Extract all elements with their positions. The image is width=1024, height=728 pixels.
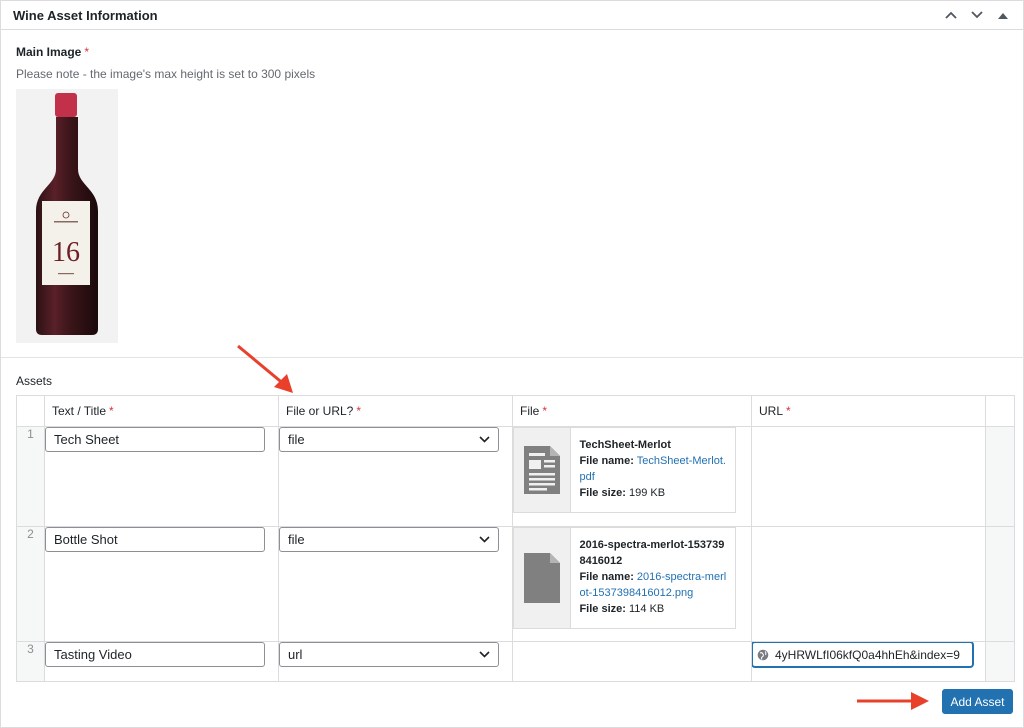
row-actions-cell[interactable] — [985, 426, 1015, 527]
header-file: File * — [512, 395, 752, 427]
main-image-label: Main Image * — [16, 45, 90, 59]
panel-title: Wine Asset Information — [13, 7, 158, 23]
required-asterisk: * — [542, 404, 548, 418]
chevron-down-icon — [479, 436, 490, 443]
title-input[interactable] — [45, 527, 265, 552]
row-number[interactable]: 1 — [16, 426, 45, 527]
document-icon — [524, 446, 561, 494]
file-thumbnail — [514, 528, 572, 628]
header-url: URL * — [751, 395, 986, 427]
url-cell — [751, 426, 986, 527]
header-type: File or URL? * — [278, 395, 513, 427]
row-number[interactable]: 2 — [16, 526, 45, 642]
title-cell — [44, 641, 279, 682]
table-row: 2 file — [16, 526, 1015, 642]
url-input[interactable]: 4yHRWLfI06kfQ0a4hhEh&index=9 — [752, 642, 973, 667]
row-actions-cell[interactable] — [985, 526, 1015, 642]
file-size-label: File size: — [579, 603, 626, 615]
url-cell — [751, 526, 986, 642]
type-cell: url — [278, 641, 513, 682]
globe-icon — [757, 649, 769, 660]
type-select[interactable]: url — [279, 642, 499, 667]
panel-header: Wine Asset Information — [1, 1, 1023, 30]
chevron-down-icon[interactable] — [969, 7, 985, 23]
required-asterisk: * — [109, 404, 114, 418]
file-thumbnail — [514, 428, 572, 512]
file-cell — [512, 641, 752, 682]
title-input[interactable] — [45, 427, 265, 452]
required-asterisk: * — [786, 404, 791, 418]
header-actions-cell — [985, 395, 1015, 427]
file-size-value: 114 KB — [628, 603, 665, 615]
title-cell — [44, 526, 279, 642]
type-select[interactable]: file — [279, 427, 499, 452]
bottle-label-number: 16 — [52, 237, 80, 268]
table-row: 1 file — [16, 426, 1015, 527]
add-asset-button[interactable]: Add Asset — [942, 689, 1013, 714]
annotation-arrow-icon — [237, 344, 293, 393]
file-size-label: File size: — [579, 487, 626, 499]
url-value: 4yHRWLfI06kfQ0a4hhEh&index=9 — [775, 647, 960, 662]
annotation-arrow-icon — [857, 692, 929, 710]
section-divider — [1, 357, 1024, 358]
required-asterisk: * — [356, 404, 362, 418]
type-cell: file — [278, 426, 513, 527]
triangle-up-icon[interactable] — [995, 7, 1011, 23]
wine-asset-panel: Wine Asset Information Main Image * Pleas… — [0, 0, 1024, 728]
file-name-label: File name: — [579, 455, 634, 467]
header-title: Text / Title * — [44, 395, 279, 427]
chevron-up-icon[interactable] — [943, 7, 959, 23]
file-cell: 2016-spectra-merlot-1537398416012 File n… — [512, 526, 752, 642]
header-order-cell — [16, 395, 45, 427]
chevron-down-icon — [479, 536, 490, 543]
wine-bottle-image[interactable]: 16 — [16, 89, 118, 343]
file-info: 2016-spectra-merlot-1537398416012 File n… — [571, 528, 735, 628]
file-info: TechSheet-Merlot File name: TechSheet-Me… — [571, 428, 735, 512]
title-input[interactable] — [45, 642, 265, 667]
file-size-value: 199 KB — [628, 487, 666, 499]
main-image-note: Please note - the image's max height is … — [16, 67, 316, 81]
file-icon — [524, 553, 561, 603]
required-asterisk: * — [84, 45, 90, 59]
row-actions-cell[interactable] — [985, 641, 1015, 682]
file-cell: TechSheet-Merlot File name: TechSheet-Me… — [512, 426, 752, 527]
assets-table: Text / Title * File or URL? * File * URL * 1… — [16, 395, 1015, 682]
assets-label: Assets — [16, 374, 53, 388]
file-card[interactable]: 2016-spectra-merlot-1537398416012 File n… — [513, 527, 736, 629]
table-header-row: Text / Title * File or URL? * File * URL * — [16, 395, 1015, 427]
file-name-label: File name: — [579, 571, 634, 583]
file-title: 2016-spectra-merlot-1537398416012 — [579, 539, 725, 567]
type-cell: file — [278, 526, 513, 642]
type-select[interactable]: file — [279, 527, 499, 552]
file-title: TechSheet-Merlot — [579, 439, 671, 451]
title-cell — [44, 426, 279, 527]
url-cell: 4yHRWLfI06kfQ0a4hhEh&index=9 — [751, 641, 986, 682]
table-row: 3 url — [16, 641, 1015, 682]
file-card[interactable]: TechSheet-Merlot File name: TechSheet-Me… — [513, 427, 736, 513]
row-number[interactable]: 3 — [16, 641, 45, 682]
panel-controls — [943, 7, 1011, 23]
chevron-down-icon — [479, 651, 490, 658]
